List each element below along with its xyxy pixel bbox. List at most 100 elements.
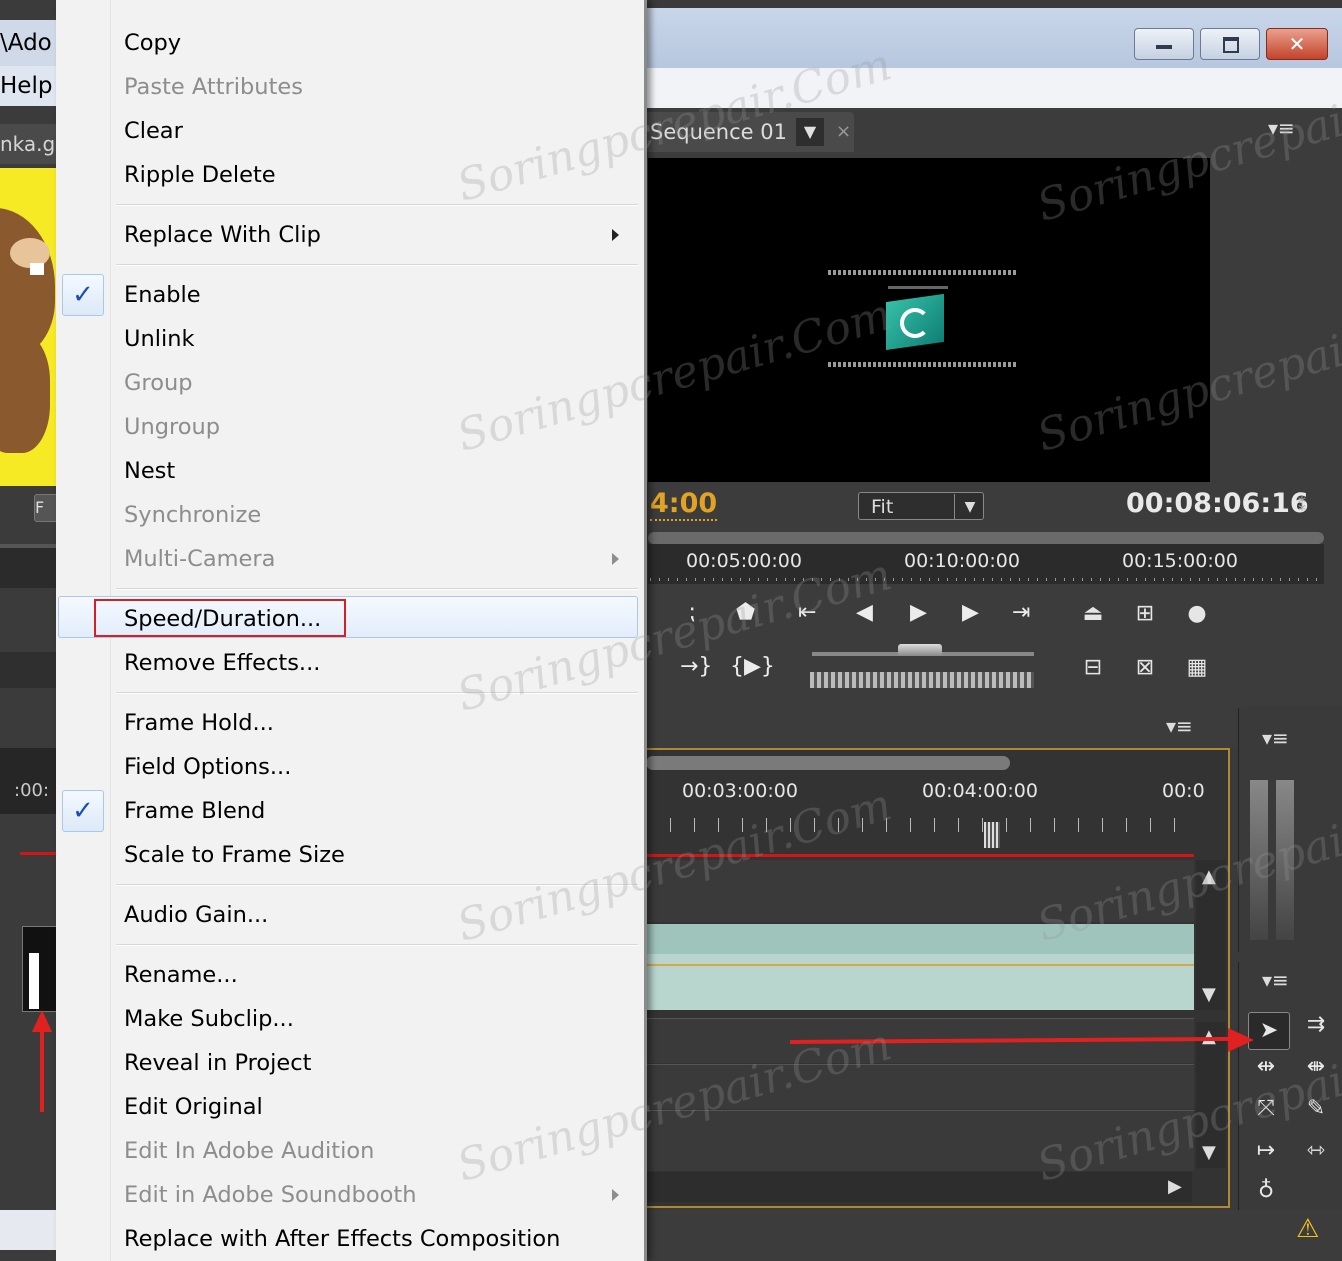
timeline-ruler-ticks[interactable] <box>646 818 1196 832</box>
export-frame-icon[interactable]: ● <box>1180 600 1214 628</box>
play-icon[interactable]: ▶ <box>910 600 927 625</box>
timeline-left-timecode: :00: <box>14 780 50 801</box>
clip-opacity-line[interactable] <box>646 964 1194 966</box>
minimize-button[interactable] <box>1134 28 1194 60</box>
go-to-out-icon[interactable]: ⇥ <box>1012 600 1030 625</box>
clip-thumb <box>29 953 39 1009</box>
video-track-empty[interactable] <box>646 860 1194 922</box>
settings-grip-icon[interactable]: ⁑ <box>1298 496 1306 515</box>
menu-item-rename[interactable]: Rename... <box>124 960 238 990</box>
timeline-zoom-scrollbar[interactable] <box>646 756 1010 770</box>
play-in-to-out-icon[interactable]: →} <box>680 654 712 679</box>
menu-help[interactable]: Help <box>0 66 56 106</box>
cartoon-bear-body <box>0 333 50 453</box>
slip-tool-icon[interactable]: ↦ <box>1248 1138 1284 1163</box>
menu-item-unlink[interactable]: Unlink <box>124 324 195 354</box>
step-forward-icon[interactable]: ▶ <box>962 600 979 625</box>
source-controls <box>0 652 56 688</box>
lift-icon[interactable]: ⏏ <box>1076 600 1110 628</box>
source-ruler <box>0 544 56 588</box>
menu-item-ripple-delete[interactable]: Ripple Delete <box>124 160 276 190</box>
menu-item-remove-effects[interactable]: Remove Effects... <box>124 648 320 678</box>
menu-item-replace-with-clip[interactable]: Replace With Clip <box>124 220 321 250</box>
menu-item-field-options[interactable]: Field Options... <box>124 752 291 782</box>
menu-item-speed-duration[interactable]: Speed/Duration... <box>124 604 321 634</box>
output-icon[interactable]: ⊠ <box>1128 654 1162 682</box>
video-clip-header <box>646 924 1194 954</box>
menu-item-clear[interactable]: Clear <box>124 116 183 146</box>
mark-out-icon[interactable]: ⁏ <box>688 600 695 625</box>
step-back-icon[interactable]: ◀ <box>856 600 873 625</box>
pen-tool-icon[interactable]: ♁ <box>1248 1178 1284 1203</box>
set-marker-icon[interactable]: ⬟ <box>736 600 755 625</box>
ruler-ticks <box>650 578 1324 581</box>
ruler-label: 00:05:00:00 <box>686 550 802 572</box>
razor-tool-icon[interactable]: ✎ <box>1298 1096 1334 1121</box>
menu-item-edit-original[interactable]: Edit Original <box>124 1092 263 1122</box>
submenu-arrow-icon <box>612 1189 619 1201</box>
video-clip-left[interactable] <box>22 926 58 1012</box>
menu-item-nest[interactable]: Nest <box>124 456 175 486</box>
track-select-tool-icon[interactable]: ⇉ <box>1298 1012 1334 1037</box>
menu-separator <box>116 884 638 886</box>
trim-monitor-icon[interactable]: ▦ <box>1180 654 1214 682</box>
menu-item-enable[interactable]: Enable <box>124 280 201 310</box>
audio-track[interactable] <box>646 1064 1194 1109</box>
left-window-title: \Ado <box>0 20 56 66</box>
menu-item-scale-to-frame-size[interactable]: Scale to Frame Size <box>124 840 345 870</box>
video-logo-mark <box>900 308 930 338</box>
slide-tool-icon[interactable]: ⇿ <box>1298 1138 1334 1163</box>
jog-knob[interactable] <box>898 644 942 656</box>
scroll-up-icon[interactable]: ▲ <box>1202 866 1216 887</box>
ripple-edit-tool-icon[interactable]: ⇹ <box>1248 1054 1284 1079</box>
audio-track[interactable] <box>646 1110 1194 1171</box>
go-to-in-icon[interactable]: ⇤ <box>798 600 816 625</box>
menu-item-replace-with-after-effects-composition[interactable]: Replace with After Effects Composition <box>124 1224 560 1254</box>
timeline-horizontal-scrollbar[interactable] <box>646 1172 1192 1202</box>
video-graphic-bar <box>828 270 1016 275</box>
playhead-timecode[interactable]: 4:00 <box>650 488 718 521</box>
rolling-edit-tool-icon[interactable]: ⇼ <box>1298 1054 1334 1079</box>
monitor-zoom-scrollbar[interactable] <box>648 532 1324 544</box>
annotation-arrow-right-head <box>1228 1028 1254 1052</box>
menu-item-reveal-in-project[interactable]: Reveal in Project <box>124 1048 311 1078</box>
fit-dropdown-arrow-icon[interactable]: ▼ <box>954 494 985 520</box>
tab-close-icon[interactable]: × <box>836 112 851 152</box>
menu-item-frame-hold[interactable]: Frame Hold... <box>124 708 274 738</box>
loop-icon[interactable]: {▶} <box>730 654 775 679</box>
close-button[interactable]: ✕ <box>1266 28 1328 60</box>
timeline-panel-menu-icon[interactable]: ▾≡ <box>1166 714 1193 738</box>
panel-menu-icon[interactable]: ▾≡ <box>1268 116 1295 140</box>
left-status <box>0 1210 56 1250</box>
extract-icon[interactable]: ⊞ <box>1128 600 1162 628</box>
selection-tool-icon[interactable]: ➤ <box>1248 1012 1290 1050</box>
meters-panel-menu-icon[interactable]: ▾≡ <box>1262 726 1289 750</box>
menu-separator <box>116 692 638 694</box>
scroll-down-icon[interactable]: ▼ <box>1202 984 1216 1005</box>
menu-item-group: Group <box>124 370 193 396</box>
source-fit-dropdown[interactable]: F <box>34 494 58 522</box>
menu-bar <box>644 68 1342 108</box>
source-preview-image <box>0 168 56 486</box>
warning-icon[interactable]: ⚠ <box>1296 1214 1319 1244</box>
menu-item-copy[interactable]: Copy <box>124 28 181 58</box>
sequence-dropdown-icon[interactable]: ▼ <box>796 118 824 146</box>
submenu-arrow-icon <box>612 229 619 241</box>
shuttle-slider[interactable] <box>810 672 1034 688</box>
tools-panel-menu-icon[interactable]: ▾≡ <box>1262 968 1289 992</box>
work-area-bar[interactable] <box>646 854 1194 857</box>
safe-margins-icon[interactable]: ⊟ <box>1076 654 1110 682</box>
maximize-button[interactable] <box>1200 28 1260 60</box>
source-tab[interactable]: nka.g <box>0 124 56 164</box>
rate-stretch-tool-icon[interactable]: ⤧ <box>1248 1096 1284 1121</box>
scroll-down-icon[interactable]: ▼ <box>1202 1142 1216 1163</box>
checkmark-icon: ✓ <box>62 274 104 316</box>
scroll-right-icon[interactable]: ▶ <box>1168 1176 1182 1197</box>
timeline-playhead[interactable] <box>984 822 1000 848</box>
timeline-ruler-label: 00:0 <box>1162 780 1205 802</box>
menu-item-make-subclip[interactable]: Make Subclip... <box>124 1004 294 1034</box>
menu-item-edit-in-adobe-audition: Edit In Adobe Audition <box>124 1138 375 1164</box>
menu-item-synchronize: Synchronize <box>124 502 262 528</box>
menu-item-audio-gain[interactable]: Audio Gain... <box>124 900 268 930</box>
menu-item-frame-blend[interactable]: Frame Blend <box>124 796 265 826</box>
